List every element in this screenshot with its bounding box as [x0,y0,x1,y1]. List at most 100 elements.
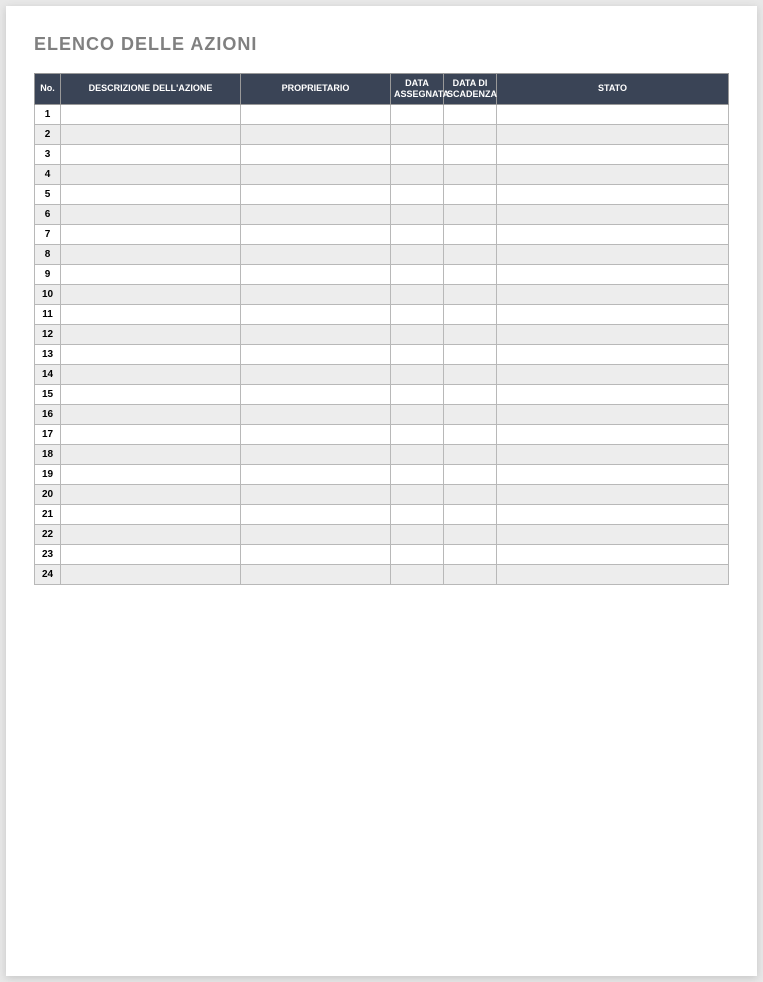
cell-description[interactable] [61,504,241,524]
cell-assigned-date[interactable] [391,124,444,144]
cell-due-date[interactable] [444,324,497,344]
cell-assigned-date[interactable] [391,524,444,544]
cell-status[interactable] [497,304,729,324]
cell-due-date[interactable] [444,304,497,324]
cell-description[interactable] [61,184,241,204]
cell-assigned-date[interactable] [391,504,444,524]
cell-owner[interactable] [241,344,391,364]
cell-due-date[interactable] [444,424,497,444]
cell-description[interactable] [61,244,241,264]
cell-owner[interactable] [241,304,391,324]
cell-description[interactable] [61,484,241,504]
cell-status[interactable] [497,164,729,184]
cell-assigned-date[interactable] [391,284,444,304]
cell-description[interactable] [61,444,241,464]
cell-assigned-date[interactable] [391,204,444,224]
cell-description[interactable] [61,324,241,344]
cell-assigned-date[interactable] [391,464,444,484]
cell-owner[interactable] [241,264,391,284]
cell-assigned-date[interactable] [391,324,444,344]
cell-due-date[interactable] [444,224,497,244]
cell-description[interactable] [61,344,241,364]
cell-assigned-date[interactable] [391,144,444,164]
cell-description[interactable] [61,204,241,224]
cell-assigned-date[interactable] [391,544,444,564]
cell-owner[interactable] [241,204,391,224]
cell-status[interactable] [497,364,729,384]
cell-description[interactable] [61,364,241,384]
cell-assigned-date[interactable] [391,364,444,384]
cell-assigned-date[interactable] [391,444,444,464]
cell-status[interactable] [497,184,729,204]
cell-owner[interactable] [241,324,391,344]
cell-status[interactable] [497,544,729,564]
cell-status[interactable] [497,124,729,144]
cell-owner[interactable] [241,464,391,484]
cell-description[interactable] [61,164,241,184]
cell-status[interactable] [497,324,729,344]
cell-assigned-date[interactable] [391,104,444,124]
cell-status[interactable] [497,404,729,424]
cell-due-date[interactable] [444,484,497,504]
cell-due-date[interactable] [444,124,497,144]
cell-owner[interactable] [241,224,391,244]
cell-description[interactable] [61,424,241,444]
cell-assigned-date[interactable] [391,404,444,424]
cell-assigned-date[interactable] [391,164,444,184]
cell-assigned-date[interactable] [391,184,444,204]
cell-owner[interactable] [241,424,391,444]
cell-status[interactable] [497,484,729,504]
cell-due-date[interactable] [444,284,497,304]
cell-status[interactable] [497,564,729,584]
cell-assigned-date[interactable] [391,344,444,364]
cell-due-date[interactable] [444,164,497,184]
cell-due-date[interactable] [444,464,497,484]
cell-description[interactable] [61,544,241,564]
cell-due-date[interactable] [444,264,497,284]
cell-due-date[interactable] [444,544,497,564]
cell-owner[interactable] [241,184,391,204]
cell-assigned-date[interactable] [391,304,444,324]
cell-owner[interactable] [241,104,391,124]
cell-status[interactable] [497,264,729,284]
cell-description[interactable] [61,284,241,304]
cell-description[interactable] [61,404,241,424]
cell-assigned-date[interactable] [391,244,444,264]
cell-status[interactable] [497,224,729,244]
cell-due-date[interactable] [444,564,497,584]
cell-due-date[interactable] [444,244,497,264]
cell-description[interactable] [61,264,241,284]
cell-description[interactable] [61,384,241,404]
cell-status[interactable] [497,504,729,524]
cell-due-date[interactable] [444,524,497,544]
cell-due-date[interactable] [444,504,497,524]
cell-owner[interactable] [241,364,391,384]
cell-due-date[interactable] [444,144,497,164]
cell-description[interactable] [61,144,241,164]
cell-due-date[interactable] [444,104,497,124]
cell-description[interactable] [61,124,241,144]
cell-owner[interactable] [241,444,391,464]
cell-due-date[interactable] [444,184,497,204]
cell-due-date[interactable] [444,404,497,424]
cell-owner[interactable] [241,284,391,304]
cell-due-date[interactable] [444,364,497,384]
cell-owner[interactable] [241,484,391,504]
cell-due-date[interactable] [444,344,497,364]
cell-assigned-date[interactable] [391,564,444,584]
cell-description[interactable] [61,104,241,124]
cell-status[interactable] [497,104,729,124]
cell-owner[interactable] [241,244,391,264]
cell-description[interactable] [61,304,241,324]
cell-status[interactable] [497,144,729,164]
cell-status[interactable] [497,524,729,544]
cell-assigned-date[interactable] [391,384,444,404]
cell-description[interactable] [61,464,241,484]
cell-owner[interactable] [241,124,391,144]
cell-due-date[interactable] [444,204,497,224]
cell-status[interactable] [497,244,729,264]
cell-assigned-date[interactable] [391,224,444,244]
cell-status[interactable] [497,344,729,364]
cell-assigned-date[interactable] [391,424,444,444]
cell-owner[interactable] [241,404,391,424]
